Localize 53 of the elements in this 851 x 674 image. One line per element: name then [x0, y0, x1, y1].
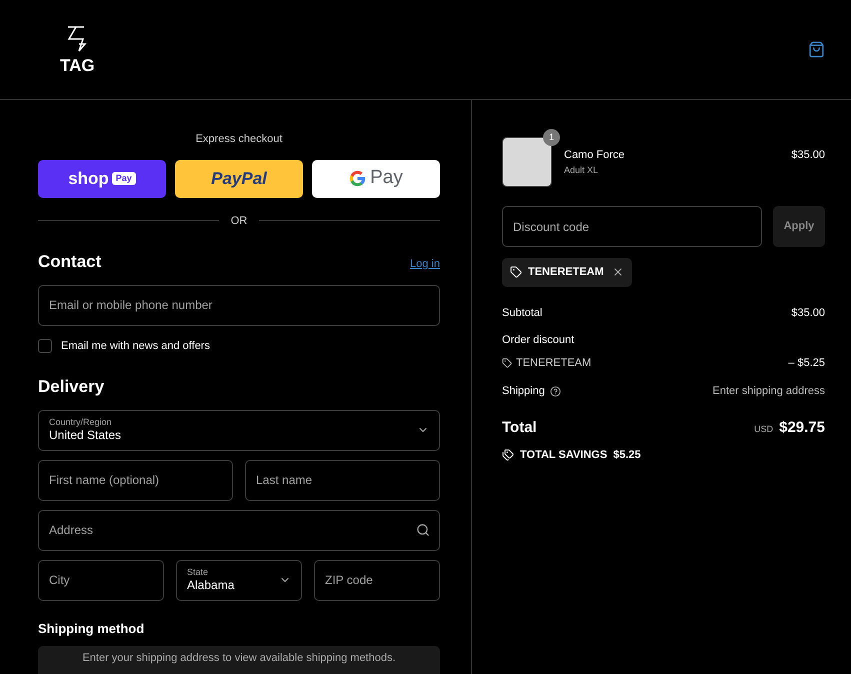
- input-field[interactable]: First name (optional): [38, 460, 233, 500]
- subtotal-value: $35.00: [791, 306, 825, 320]
- log-in-link[interactable]: Log in: [410, 256, 440, 272]
- country-select[interactable]: Country/Region United States: [38, 410, 440, 450]
- tag-icon: [502, 358, 512, 368]
- shop-pay-button[interactable]: shop Pay: [38, 160, 166, 198]
- shopping-bag-icon[interactable]: [808, 41, 825, 58]
- subtotal-label: Subtotal: [502, 306, 542, 320]
- tag-icon: [510, 266, 522, 278]
- field-value: Alabama: [187, 578, 236, 594]
- state-select[interactable]: State Alabama: [176, 560, 302, 600]
- field-value: United States: [49, 428, 122, 444]
- total-label: Total: [502, 418, 537, 438]
- logo-text: TAG: [60, 57, 95, 74]
- product-name: Camo Force: [564, 148, 626, 163]
- remove-icon[interactable]: [612, 266, 624, 278]
- product-price: $35.00: [791, 148, 825, 163]
- newsletter-label: Email me with news and offers: [61, 338, 210, 354]
- google-pay-button[interactable]: Pay: [312, 160, 440, 198]
- shipping-label: Shipping: [502, 384, 545, 399]
- input-field[interactable]: Email or mobile phone number: [38, 284, 440, 326]
- tags-icon: [502, 449, 514, 462]
- address-field[interactable]: Address: [38, 510, 440, 550]
- total-savings-label: TOTAL SAVINGS: [520, 448, 608, 463]
- discount-code-text: TENERETEAM: [528, 265, 604, 280]
- field-label: Country/Region: [49, 416, 113, 428]
- help-icon[interactable]: [550, 386, 561, 397]
- delivery-heading: Delivery: [38, 376, 106, 398]
- shipping-method-notice: Enter your shipping address to view available shipping methods.: [38, 646, 440, 674]
- input-field[interactable]: Last name: [245, 460, 440, 500]
- product-variant: Adult XL: [564, 164, 600, 176]
- currency-code: USD: [754, 422, 774, 436]
- total-value: $29.75: [779, 418, 825, 438]
- apply-button[interactable]: Apply: [773, 206, 825, 247]
- shipping-method-heading: Shipping method: [38, 620, 146, 638]
- quantity-badge: 1: [543, 129, 560, 146]
- brand-logo[interactable]: TAG: [60, 25, 95, 74]
- discount-code-field[interactable]: Discount code: [502, 206, 762, 247]
- contact-heading: Contact: [38, 251, 102, 273]
- google-g-icon: [349, 170, 366, 187]
- newsletter-checkbox[interactable]: [38, 338, 52, 353]
- order-discount-label: Order discount: [502, 333, 576, 348]
- order-discount-code: TENERETEAM: [516, 356, 592, 370]
- input-field[interactable]: ZIP code: [314, 560, 440, 600]
- or-divider-text: OR: [230, 214, 248, 228]
- paypal-button[interactable]: PayPal: [175, 160, 303, 198]
- order-discount-value: – $5.25: [788, 356, 825, 370]
- input-field[interactable]: City: [38, 560, 164, 600]
- express-checkout-title: Express checkout: [194, 132, 284, 147]
- shipping-value: Enter shipping address: [712, 384, 825, 399]
- field-label: State: [187, 566, 210, 578]
- search-icon: [416, 522, 430, 536]
- total-savings-value: $5.25: [613, 448, 641, 463]
